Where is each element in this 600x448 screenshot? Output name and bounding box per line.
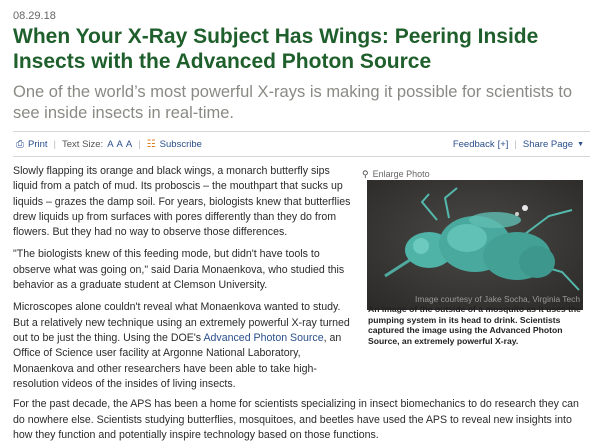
magnify-icon: ⚲ <box>362 168 369 179</box>
article-body: Slowly flapping its orange and black win… <box>13 164 356 399</box>
share-label: Share Page <box>522 139 574 150</box>
paragraph-1: Slowly flapping its orange and black win… <box>13 165 351 239</box>
text-size-small-button[interactable]: A <box>107 139 113 150</box>
text-size-label: Text Size: <box>62 139 104 150</box>
page-title: When Your X-Ray Subject Has Wings: Peeri… <box>13 25 539 73</box>
rss-icon: ☷ <box>146 138 156 150</box>
toolbar-divider: | <box>138 139 141 150</box>
toolbar-divider: | <box>53 139 57 150</box>
article-date: 08.29.18 <box>13 10 56 22</box>
mosquito-illustration <box>367 180 583 310</box>
enlarge-photo-label: Enlarge Photo <box>372 169 430 179</box>
paragraph-2: "The biologists knew of this feeding mod… <box>13 248 345 292</box>
enlarge-photo-button[interactable]: ⚲ Enlarge Photo <box>362 168 588 180</box>
advanced-photon-source-link[interactable]: Advanced Photon Source <box>203 332 323 344</box>
print-button[interactable]: ⎙ Print <box>16 139 48 150</box>
caret-down-icon: ▼ <box>577 141 584 148</box>
feedback-plus: [+] <box>497 139 509 150</box>
photo-panel: ⚲ Enlarge Photo Image courtesy of Jake S… <box>362 168 588 368</box>
share-page-button[interactable]: Share Page ▼ <box>523 139 584 150</box>
feedback-label: Feedback <box>452 139 495 150</box>
printer-icon: ⎙ <box>16 138 24 150</box>
subscribe-label: Subscribe <box>159 139 202 150</box>
print-label: Print <box>28 139 48 150</box>
subscribe-button[interactable]: ☷ Subscribe <box>147 139 202 150</box>
page-subtitle: One of the world’s most powerful X-rays … <box>13 83 573 122</box>
text-size-medium-button[interactable]: A <box>117 139 123 150</box>
feedback-button[interactable]: Feedback [+] <box>453 139 509 150</box>
paragraph-3: Microscopes alone couldn't reveal what M… <box>13 300 356 392</box>
article-toolbar: ⎙ Print | Text Size: A A A | ☷ Subscribe… <box>13 131 590 157</box>
mosquito-image[interactable] <box>367 180 583 310</box>
photo-credit: Image courtesy of Jake Socha, Virginia T… <box>415 294 580 304</box>
text-size-large-button[interactable]: A <box>126 139 132 150</box>
paragraph-4: For the past decade, the APS has been a … <box>13 398 579 441</box>
photo-caption: An image of the outside of a mosquito as… <box>368 304 581 346</box>
toolbar-divider: | <box>514 139 517 150</box>
